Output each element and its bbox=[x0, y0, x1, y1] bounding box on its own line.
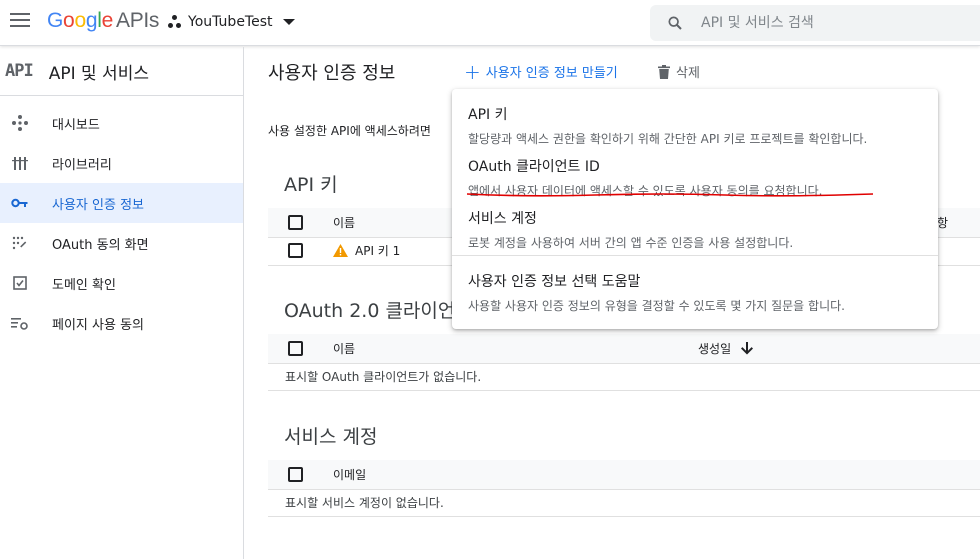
logo-apis: APIs bbox=[115, 9, 160, 32]
service-accounts-table-header: 이메일 bbox=[268, 460, 980, 490]
oauth-table-header: 이름 생성일 bbox=[268, 334, 980, 364]
dashboard-icon bbox=[10, 113, 30, 133]
project-selector[interactable]: YouTubeTest bbox=[168, 14, 295, 30]
menu-item-description: 앱에서 사용자 데이터에 액세스할 수 있도록 사용자 동의를 요청합니다. bbox=[468, 184, 823, 198]
column-restriction-partial: 항 bbox=[937, 216, 949, 230]
api-key-name-link[interactable]: API 키 1 bbox=[355, 242, 400, 259]
sidebar-item-oauth-consent[interactable]: OAuth 동의 화면 bbox=[0, 223, 243, 263]
delete-label: 삭제 bbox=[676, 66, 700, 81]
menu-item-title: 서비스 계정 bbox=[468, 211, 537, 227]
menu-icon[interactable] bbox=[10, 13, 30, 29]
menu-item-title: OAuth 클라이언트 ID bbox=[468, 159, 600, 175]
page-title: 사용자 인증 정보 bbox=[268, 63, 396, 84]
sidebar-item-dashboard[interactable]: 대시보드 bbox=[0, 103, 243, 143]
column-name: 이름 bbox=[333, 216, 356, 230]
menu-divider bbox=[452, 255, 938, 256]
sidebar-item-page-usage[interactable]: 페이지 사용 동의 bbox=[0, 303, 243, 343]
plus-icon: + bbox=[464, 59, 481, 84]
sidebar-item-label: 라이브러리 bbox=[52, 157, 112, 173]
select-all-checkbox[interactable] bbox=[288, 341, 303, 356]
sidebar: API API 및 서비스 대시보드 라이브러리 사용자 인증 정보 OAuth… bbox=[0, 47, 244, 559]
search-input[interactable] bbox=[701, 15, 951, 31]
create-credentials-menu: API 키 할당량과 액세스 권한을 확인하기 위해 간단한 API 키로 프로… bbox=[452, 89, 938, 329]
key-icon bbox=[10, 193, 30, 213]
dropdown-arrow-icon bbox=[282, 19, 295, 25]
column-name: 이름 bbox=[333, 342, 356, 356]
menu-item-description: 사용할 사용자 인증 정보의 유형을 결정할 수 있도록 몇 가지 질문을 합니… bbox=[468, 299, 845, 313]
page-settings-icon bbox=[10, 313, 30, 333]
sidebar-item-label: 페이지 사용 동의 bbox=[52, 317, 144, 333]
top-app-bar: Google APIs YouTubeTest bbox=[0, 0, 980, 46]
search-icon bbox=[668, 16, 682, 30]
trash-icon bbox=[658, 64, 670, 79]
delete-button[interactable]: 삭제 bbox=[658, 62, 700, 81]
oauth-empty-message: 표시할 OAuth 클라이언트가 없습니다. bbox=[268, 363, 980, 391]
sidebar-nav: 대시보드 라이브러리 사용자 인증 정보 OAuth 동의 화면 도메인 확인 bbox=[0, 103, 243, 343]
service-accounts-empty-message: 표시할 서비스 계정이 없습니다. bbox=[268, 489, 980, 517]
select-all-checkbox[interactable] bbox=[288, 215, 303, 230]
select-all-checkbox[interactable] bbox=[288, 467, 303, 482]
domain-check-icon bbox=[10, 273, 30, 293]
menu-item-description: 로봇 계정을 사용하여 서버 간의 앱 수준 인증을 사용 설정합니다. bbox=[468, 236, 794, 250]
menu-item-service-account[interactable]: 서비스 계정 로봇 계정을 사용하여 서버 간의 앱 수준 인증을 사용 설정합… bbox=[452, 205, 938, 255]
arrow-down-icon bbox=[741, 342, 754, 355]
create-credentials-button[interactable]: + 사용자 인증 정보 만들기 bbox=[464, 59, 618, 84]
library-icon bbox=[10, 153, 30, 173]
menu-item-title: API 키 bbox=[468, 107, 508, 123]
column-created-sort[interactable]: 생성일 bbox=[698, 340, 754, 357]
sidebar-item-library[interactable]: 라이브러리 bbox=[0, 143, 243, 183]
warning-icon bbox=[333, 244, 348, 257]
search-bar[interactable] bbox=[650, 5, 980, 41]
create-credentials-label: 사용자 인증 정보 만들기 bbox=[485, 66, 618, 81]
logo-google: Google bbox=[47, 9, 113, 32]
sidebar-item-label: 대시보드 bbox=[52, 117, 100, 133]
project-icon bbox=[168, 15, 182, 29]
sidebar-item-credentials[interactable]: 사용자 인증 정보 bbox=[0, 183, 243, 223]
menu-item-help-me-choose[interactable]: 사용자 인증 정보 선택 도움말 사용할 사용자 인증 정보의 유형을 결정할 … bbox=[452, 268, 938, 320]
column-created: 생성일 bbox=[698, 342, 732, 356]
api-keys-section-title: API 키 bbox=[284, 174, 338, 196]
sidebar-item-label: OAuth 동의 화면 bbox=[52, 237, 149, 253]
sidebar-item-label: 사용자 인증 정보 bbox=[52, 197, 144, 213]
sidebar-title: API 및 서비스 bbox=[48, 63, 149, 84]
oauth-section-title: OAuth 2.0 클라이언 bbox=[284, 300, 456, 322]
service-accounts-section-title: 서비스 계정 bbox=[284, 426, 378, 448]
project-name: YouTubeTest bbox=[188, 14, 273, 30]
column-email: 이메일 bbox=[333, 468, 367, 482]
sidebar-item-domain-verification[interactable]: 도메인 확인 bbox=[0, 263, 243, 303]
menu-item-oauth-client-id[interactable]: OAuth 클라이언트 ID 앱에서 사용자 데이터에 액세스할 수 있도록 사… bbox=[452, 153, 938, 205]
credentials-description: 사용 설정한 API에 액세스하려면 bbox=[268, 124, 431, 138]
row-checkbox[interactable] bbox=[288, 243, 303, 258]
consent-screen-icon bbox=[10, 233, 30, 253]
menu-item-description: 할당량과 액세스 권한을 확인하기 위해 간단한 API 키로 프로젝트를 확인… bbox=[468, 132, 868, 146]
google-apis-logo[interactable]: Google APIs bbox=[47, 9, 159, 33]
api-logo-icon: API bbox=[5, 61, 34, 81]
menu-item-api-key[interactable]: API 키 할당량과 액세스 권한을 확인하기 위해 간단한 API 키로 프로… bbox=[452, 101, 938, 153]
sidebar-item-label: 도메인 확인 bbox=[52, 277, 116, 293]
menu-item-title: 사용자 인증 정보 선택 도움말 bbox=[468, 274, 641, 290]
sidebar-header: API API 및 서비스 bbox=[0, 47, 243, 96]
